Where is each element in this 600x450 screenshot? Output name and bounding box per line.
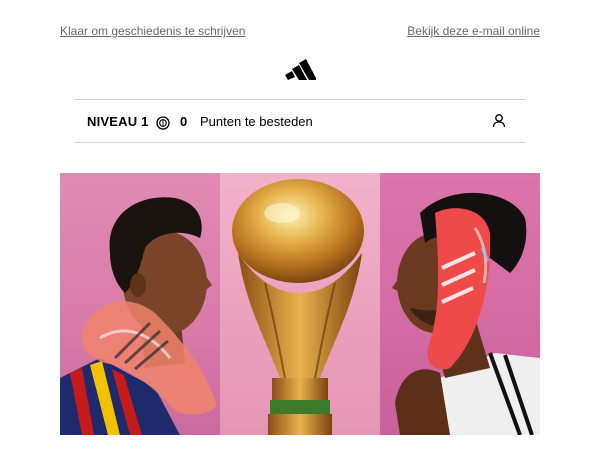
player-with-boot-left bbox=[60, 173, 220, 435]
user-icon[interactable] bbox=[492, 113, 506, 128]
points-value: 0 bbox=[180, 114, 188, 129]
world-cup-trophy bbox=[220, 173, 380, 435]
adidas-logo-icon[interactable] bbox=[284, 58, 317, 80]
top-links-bar: Klaar om geschiedenis te schrijven Bekij… bbox=[60, 24, 540, 40]
player-with-boot-right bbox=[380, 173, 540, 435]
tagline-link[interactable]: Klaar om geschiedenis te schrijven bbox=[60, 24, 245, 38]
view-online-link[interactable]: Bekijk deze e-mail online bbox=[407, 24, 540, 38]
hero-image[interactable] bbox=[60, 173, 540, 435]
rewards-bar: NIVEAU 1 0 Punten te besteden bbox=[75, 99, 525, 143]
points-coin-icon bbox=[156, 116, 170, 130]
points-label: Punten te besteden bbox=[200, 114, 313, 129]
level-label: NIVEAU 1 bbox=[87, 114, 149, 129]
